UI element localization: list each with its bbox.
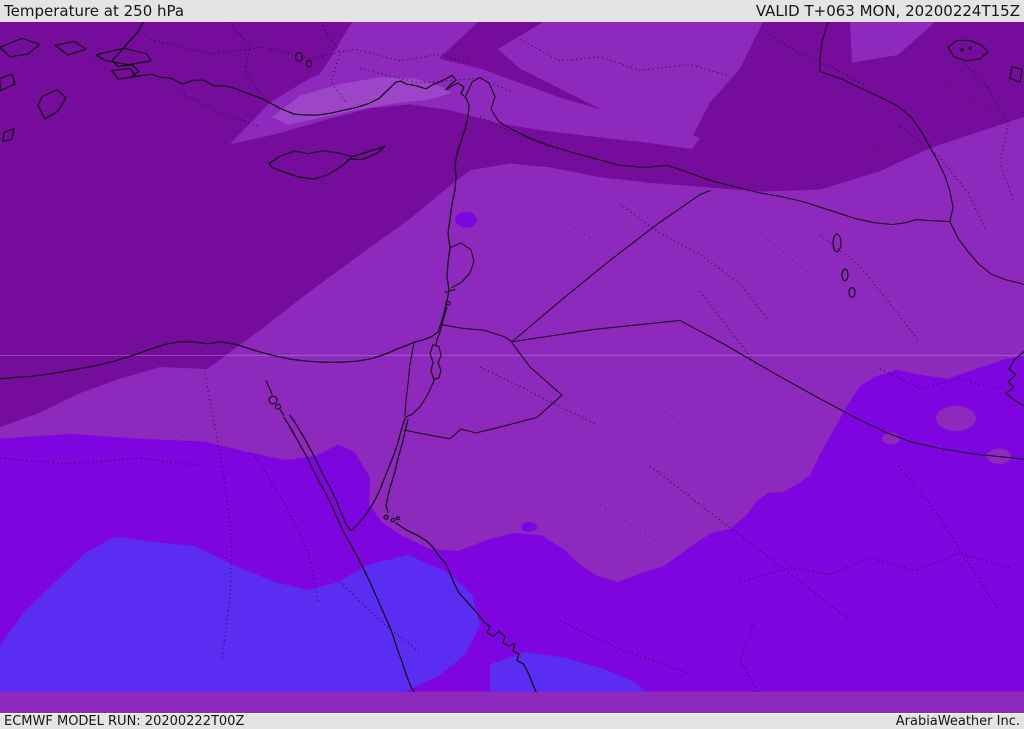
weather-map-screen: Temperature at 250 hPa VALID T+063 MON, … <box>0 0 1024 729</box>
model-run-label: ECMWF MODEL RUN: 20200222T00Z <box>4 714 245 729</box>
temperature-zones <box>0 22 1024 692</box>
valid-time-label: VALID T+063 MON, 20200224T15Z <box>755 2 1020 20</box>
forecast-map-canvas <box>0 22 1024 693</box>
brand-label: ArabiaWeather Inc. <box>895 714 1020 729</box>
zone-bright-blob-nw-saudi <box>521 522 537 532</box>
zone-medium-blob-iraq-1 <box>936 405 976 431</box>
zone-bright-blob-lebanon <box>455 211 477 228</box>
forecast-map <box>0 22 1024 713</box>
header-bar: Temperature at 250 hPa VALID T+063 MON, … <box>0 0 1024 22</box>
page-title: Temperature at 250 hPa <box>4 2 185 20</box>
footer-bar: ECMWF MODEL RUN: 20200222T00Z ArabiaWeat… <box>0 713 1024 729</box>
